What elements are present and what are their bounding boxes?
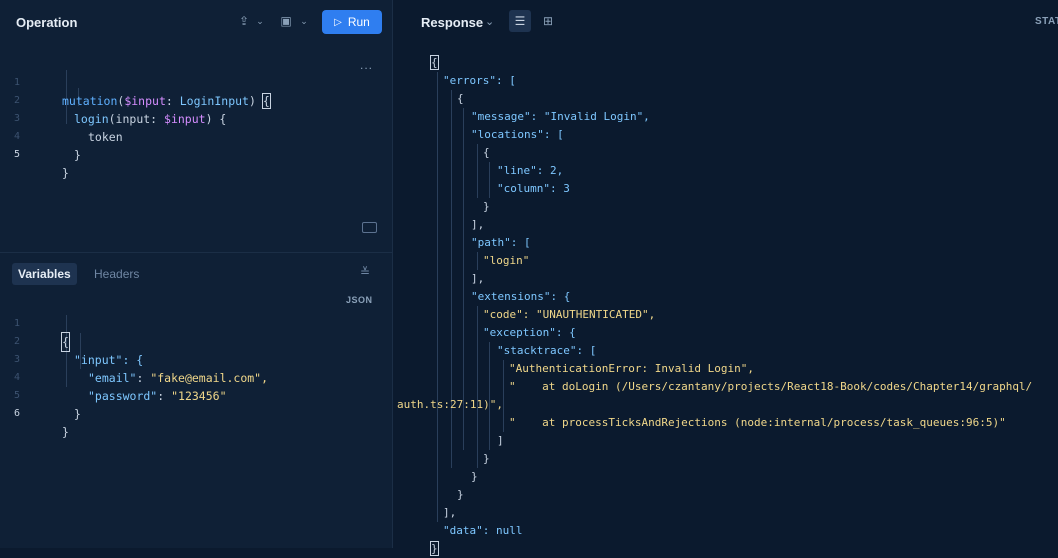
response-line: } — [471, 470, 478, 483]
response-line: "code": "UNAUTHENTICATED", — [483, 308, 656, 321]
response-line: { — [430, 55, 439, 70]
chevron-down-icon[interactable]: ⌄ — [485, 15, 494, 28]
indent-guide — [66, 315, 67, 387]
indent-guide — [489, 162, 490, 198]
response-line: { — [457, 92, 464, 105]
response-line: "column": 3 — [497, 182, 570, 195]
variables-editor[interactable]: 1 { 2 "input": { 3 "email": "fake@email.… — [0, 297, 392, 439]
response-line: "line": 2, — [497, 164, 564, 177]
indent-guide — [477, 144, 478, 198]
indent-guide — [477, 252, 478, 270]
code-line: 2 "input": { — [0, 315, 143, 367]
response-line: } — [457, 488, 464, 501]
keyboard-icon[interactable] — [362, 222, 377, 233]
more-options-button[interactable]: ... — [360, 58, 373, 72]
response-line: "AuthenticationError: Invalid Login", — [509, 362, 755, 375]
code-line: 6 } — [0, 387, 69, 439]
response-panel: Response ⌄ ☰ ⊞ STAT { "errors": [ { "mes… — [397, 0, 1058, 556]
response-line: ], — [443, 506, 457, 519]
code-line: 5 } — [0, 369, 81, 421]
tab-headers[interactable]: Headers — [88, 263, 145, 285]
table-view-icon[interactable]: ⊞ — [537, 10, 559, 32]
response-line: ], — [471, 272, 485, 285]
response-line: "stacktrace": [ — [497, 344, 597, 357]
chevron-down-icon[interactable]: ⌄ — [252, 13, 268, 29]
status-label: STAT — [1035, 16, 1058, 27]
operation-title: Operation — [16, 15, 78, 30]
operation-editor[interactable]: 1 mutation($input: LoginInput) { 2 login… — [0, 52, 392, 242]
response-line: "errors": [ — [443, 74, 516, 87]
code-line: 3 "email": "fake@email.com", — [0, 333, 268, 385]
response-line: " at processTicksAndRejections (node:int… — [509, 416, 1006, 429]
response-title[interactable]: Response — [421, 15, 483, 30]
code-line: 1 mutation($input: LoginInput) { — [0, 56, 271, 109]
code-line: 3 token — [0, 92, 123, 144]
code-line: 2 login(input: $input) { — [0, 74, 226, 126]
indent-guide — [503, 360, 504, 432]
variables-panel: Variables Headers ≚ JSON 1 { 2 "input": … — [0, 252, 392, 549]
run-button[interactable]: ▷ Run — [322, 10, 382, 34]
response-line: ], — [471, 218, 485, 231]
response-line: " at doLogin (/Users/czantany/projects/R… — [509, 380, 1033, 393]
collapse-icon[interactable]: ≚ — [360, 265, 370, 279]
operation-panel: Operation ⇪ ⌄ ▣ ⌄ ▷ Run 1 mutation($inpu… — [0, 0, 393, 548]
response-line: } — [483, 200, 490, 213]
play-icon: ▷ — [334, 16, 342, 28]
operation-header: Operation ⇪ ⌄ ▣ ⌄ ▷ Run — [0, 0, 392, 44]
share-icon[interactable]: ⇪ — [236, 13, 252, 29]
response-line: { — [483, 146, 490, 159]
code-line: 1 { — [0, 297, 70, 352]
indent-guide — [477, 306, 478, 468]
response-line: "extensions": { — [471, 290, 571, 303]
response-line: "exception": { — [483, 326, 576, 339]
run-button-label: Run — [347, 15, 370, 29]
response-line: "path": [ — [471, 236, 531, 249]
chevron-down-icon[interactable]: ⌄ — [296, 13, 312, 29]
response-line: "locations": [ — [471, 128, 564, 141]
response-line: "login" — [483, 254, 530, 267]
response-line: } — [430, 541, 439, 556]
response-line: auth.ts:27:11)", — [397, 398, 503, 411]
tab-variables[interactable]: Variables — [12, 263, 77, 285]
response-line: ] — [497, 434, 504, 447]
response-line: } — [483, 452, 490, 465]
indent-guide — [437, 72, 438, 522]
json-view-icon[interactable]: ☰ — [509, 10, 531, 32]
code-line: 4 } — [0, 110, 81, 162]
code-line: 4 "password": "123456" — [0, 351, 227, 403]
response-line: "message": "Invalid Login", — [471, 110, 650, 123]
code-line: 5 } — [0, 128, 69, 180]
line-number: 5 — [14, 149, 21, 160]
line-number: 6 — [14, 408, 21, 419]
save-icon[interactable]: ▣ — [278, 13, 294, 29]
response-line: "data": null — [443, 524, 523, 537]
